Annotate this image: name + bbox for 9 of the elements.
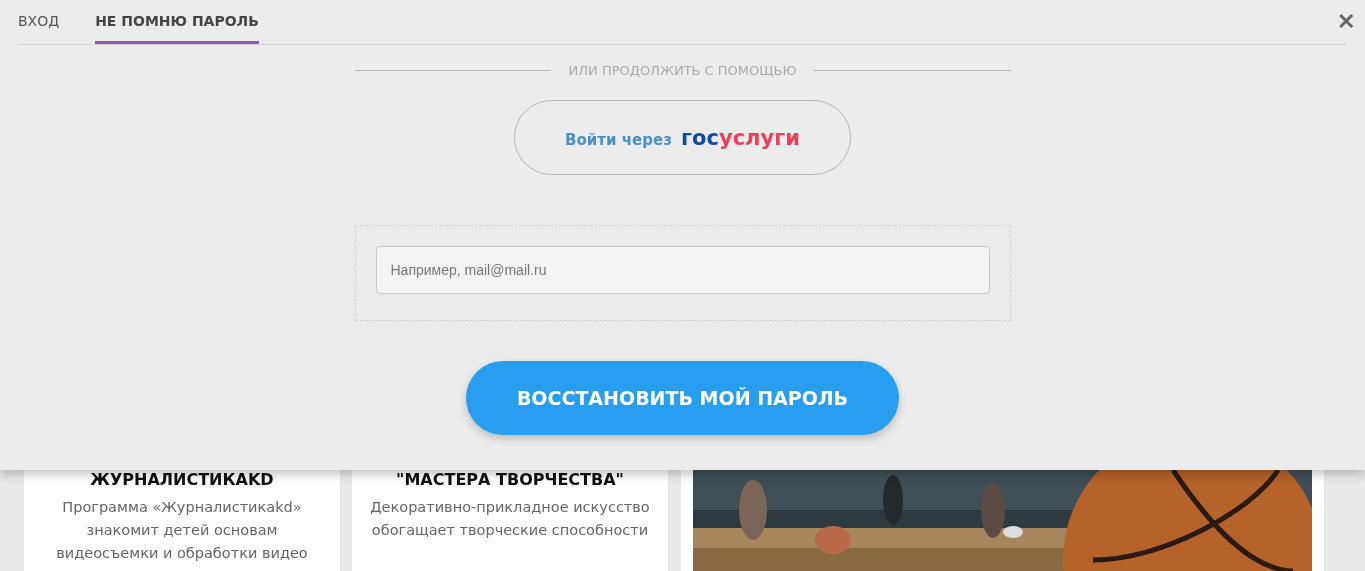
card-text: Программа «Журналистикаkd» знакомит детей основам видеосъемки и обработки видео xyxy=(55,498,309,563)
close-button[interactable]: ✕ xyxy=(1337,9,1355,35)
card-title: ЖУРНАЛИСТИКАKD xyxy=(89,470,275,490)
card-text: Декоративно-прикладное искусство обогащает творческие способности xyxy=(369,498,651,540)
tab[interactable]: ВХОД xyxy=(18,0,60,44)
email-field[interactable]: Например, mail@mail.ru xyxy=(375,246,990,294)
card-title: "МАСТЕРА ТВОРЧЕСТВА" xyxy=(395,470,625,490)
divider-text: ИЛИ ПРОДОЛЖИТЬ С ПОМОЩЬЮ xyxy=(568,63,797,78)
tab[interactable]: НЕ ПОМНЮ ПАРОЛЬ xyxy=(95,0,259,44)
